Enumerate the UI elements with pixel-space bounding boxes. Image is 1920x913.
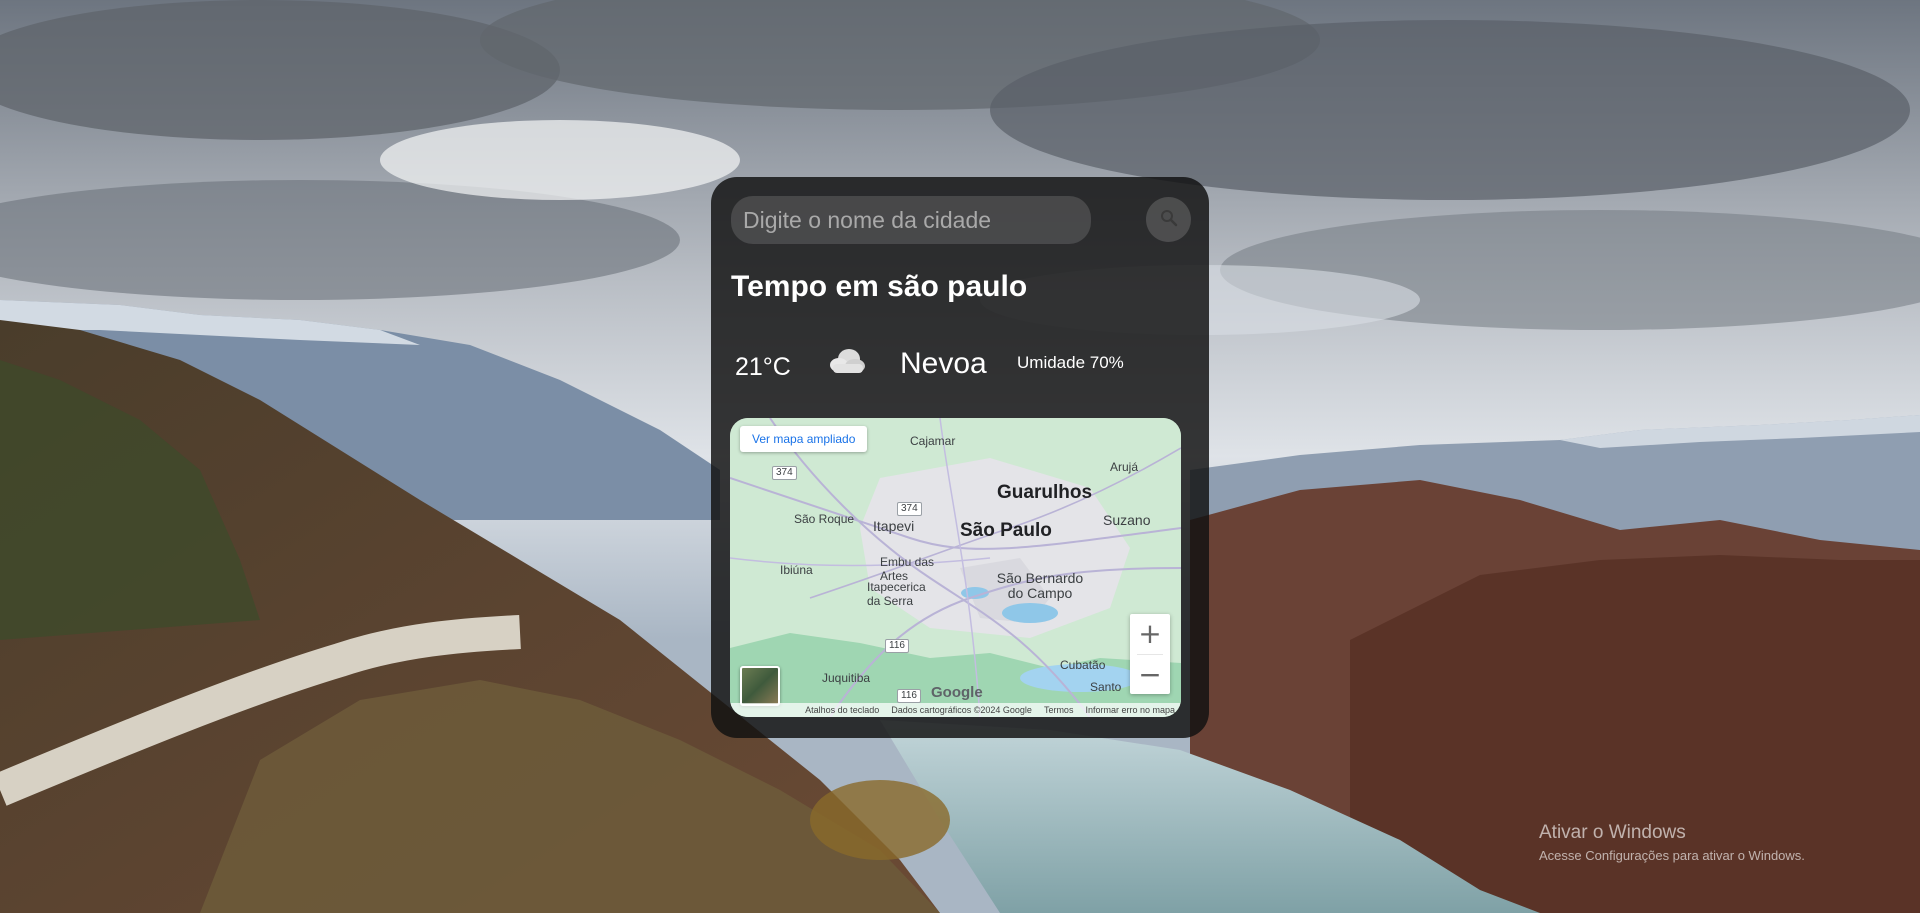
map-label-ibiuna: Ibiúna <box>780 563 813 577</box>
report-error-link[interactable]: Informar erro no mapa <box>1085 703 1175 717</box>
watermark-title: Ativar o Windows <box>1539 822 1686 843</box>
map-label-suzano: Suzano <box>1103 512 1151 528</box>
windows-activation-watermark: Ativar o Windows Acesse Configurações pa… <box>1539 822 1805 863</box>
city-search-input[interactable] <box>731 196 1091 244</box>
map-label-sao-paulo: São Paulo <box>960 520 1052 541</box>
map-label-cajamar: Cajamar <box>910 434 956 448</box>
search-icon <box>1160 209 1178 230</box>
road-shield: 374 <box>772 466 797 480</box>
watermark-subtitle: Acesse Configurações para ativar o Windo… <box>1539 848 1805 863</box>
zoom-in-button[interactable]: + <box>1130 614 1170 654</box>
terms-link[interactable]: Termos <box>1044 703 1074 717</box>
map-label-embu: Embu das Artes <box>880 555 935 583</box>
map-label-aruja: Arujá <box>1110 460 1139 474</box>
condition-text: Nevoa <box>900 347 987 380</box>
map-attribution-bar: Atalhos do teclado Dados cartográficos ©… <box>730 703 1181 717</box>
road-shield: 374 <box>897 502 922 516</box>
map-label-sao-bernardo: São Bernardo do Campo <box>996 570 1084 601</box>
city-title: Tempo em são paulo <box>731 270 1028 303</box>
cloud-icon <box>827 345 867 377</box>
temperature: 21°C <box>735 353 791 381</box>
map-label-sao-roque: São Roque <box>794 512 855 526</box>
road-shield: 116 <box>897 689 921 703</box>
map-zoom-control: + − <box>1130 614 1170 694</box>
map-data-credit: Dados cartográficos ©2024 Google <box>891 705 1032 715</box>
google-logo: Google <box>931 684 983 701</box>
map-label-cubatao: Cubatão <box>1060 658 1106 672</box>
map-label-juquitiba: Juquitiba <box>822 671 871 685</box>
humidity-text: Umidade 70% <box>1017 353 1124 372</box>
view-larger-map-link[interactable]: Ver mapa ampliado <box>740 426 868 452</box>
map-label-santos: Santo <box>1090 680 1122 694</box>
search-button[interactable] <box>1146 197 1191 242</box>
satellite-toggle-thumbnail[interactable] <box>740 666 780 706</box>
map-embed[interactable]: Ver mapa ampliado Cajamar Arujá Guarulho… <box>730 418 1181 717</box>
zoom-out-button[interactable]: − <box>1130 655 1170 695</box>
keyboard-shortcuts-link[interactable]: Atalhos do teclado <box>805 703 879 717</box>
map-label-guarulhos: Guarulhos <box>997 482 1093 503</box>
map-label-itapevi: Itapevi <box>873 518 915 534</box>
map-label-itapecerica: Itapecerica da Serra <box>867 580 926 608</box>
weather-card: Tempo em são paulo 21°C Nevoa Umidade 70… <box>711 177 1209 738</box>
road-shield: 116 <box>885 639 909 653</box>
